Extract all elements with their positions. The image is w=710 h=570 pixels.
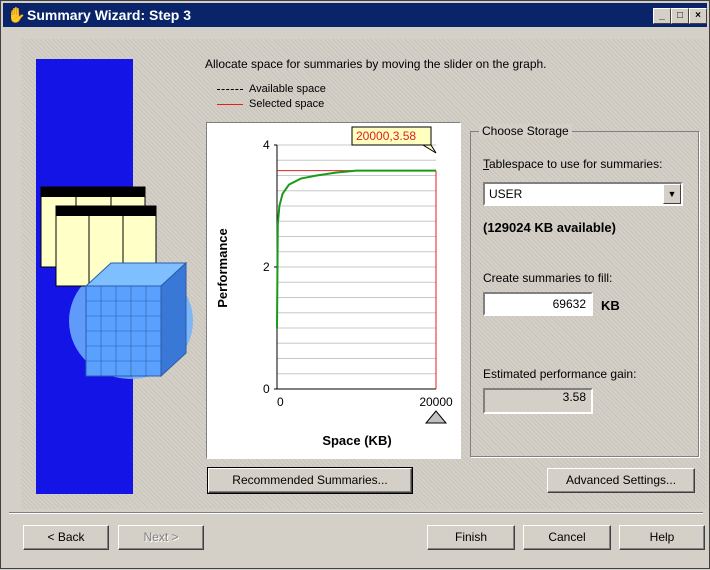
fill-size-input[interactable]: 69632 [483, 292, 593, 316]
gain-label: Estimated performance gain: [483, 367, 637, 381]
choose-storage-title: Choose Storage [479, 124, 572, 138]
fill-label: Create summaries to fill: [483, 271, 613, 285]
next-button[interactable]: Next > [118, 525, 204, 550]
performance-chart[interactable]: 0 2 4 0 20000 Performance Space (KB) 20000,3… [206, 122, 461, 459]
tablespace-select[interactable]: USER ▼ [483, 182, 683, 206]
legend-selected-label: Selected space [249, 98, 325, 110]
value-tooltip: 20000,3.58 [351, 126, 437, 154]
space-slider-handle[interactable] [424, 410, 448, 424]
legend-available: Available space [217, 83, 326, 95]
summary-wizard-window: ✋ Summary Wizard: Step 3 _ □ × Allocate … [0, 0, 710, 569]
y-tick-label: 4 [263, 138, 270, 152]
y-tick-label: 0 [263, 382, 270, 396]
legend-selected: Selected space [217, 98, 324, 110]
x-tick-label: 0 [277, 395, 284, 409]
available-space-text: (129024 KB available) [483, 220, 616, 235]
cancel-button[interactable]: Cancel [523, 525, 611, 550]
chevron-down-icon[interactable]: ▼ [663, 184, 681, 204]
tablespace-label-text: ablespace to use for summaries: [489, 157, 663, 171]
value-tooltip-text: 20000,3.58 [356, 129, 416, 143]
performance-curve-0 [276, 169, 436, 329]
footer-separator [9, 512, 703, 514]
gain-value-field: 3.58 [483, 388, 593, 414]
x-tick-label: 20000 [419, 395, 453, 409]
intro-text: Allocate space for summaries by moving t… [205, 57, 547, 71]
x-axis-label: Space (KB) [322, 433, 391, 448]
legend-available-swatch [217, 88, 243, 90]
advanced-settings-button[interactable]: Advanced Settings... [547, 468, 695, 493]
y-tick-label: 2 [263, 260, 270, 274]
tablespace-label: Tablespace to use for summaries: [483, 157, 663, 171]
finish-button[interactable]: Finish [427, 525, 515, 550]
recommended-summaries-button[interactable]: Recommended Summaries... [207, 467, 413, 494]
tablespace-select-value: USER [489, 187, 523, 201]
legend-available-label: Available space [249, 83, 326, 95]
legend-selected-swatch [217, 103, 243, 105]
help-button[interactable]: Help [619, 525, 705, 550]
y-axis-label: Performance [215, 228, 230, 307]
fill-unit-label: KB [601, 298, 620, 313]
back-button[interactable]: < Back [23, 525, 109, 550]
